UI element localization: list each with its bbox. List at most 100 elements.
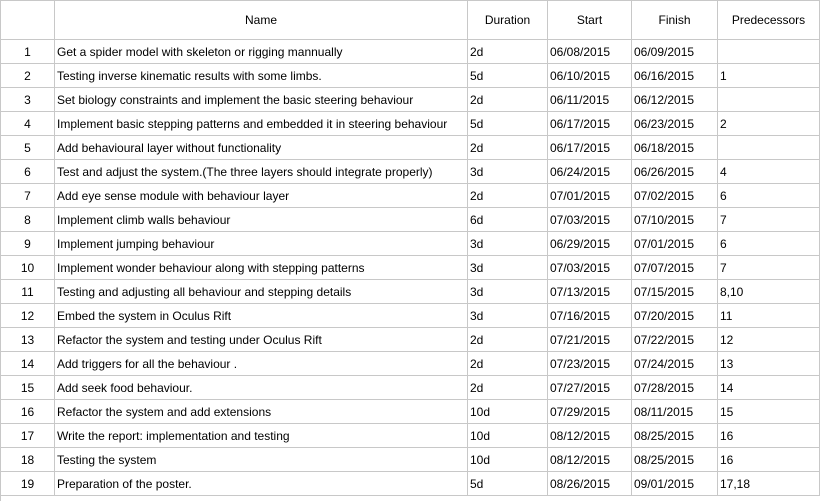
table-row[interactable]: 6 Test and adjust the system.(The three l… xyxy=(1,160,820,184)
predecessors-cell[interactable]: 4 xyxy=(718,160,820,184)
start-date-cell[interactable]: 06/17/2015 xyxy=(548,112,632,136)
predecessors-cell[interactable]: 12 xyxy=(718,328,820,352)
duration-cell[interactable]: 3d xyxy=(468,304,548,328)
predecessors-cell[interactable]: 15 xyxy=(718,400,820,424)
predecessors-cell[interactable]: 14 xyxy=(718,376,820,400)
predecessors-cell[interactable]: 11 xyxy=(718,304,820,328)
row-number[interactable]: 11 xyxy=(1,280,55,304)
start-date-cell[interactable]: 08/12/2015 xyxy=(548,448,632,472)
task-name-cell[interactable]: Add seek food behaviour. xyxy=(55,376,468,400)
table-row[interactable]: 12 Embed the system in Oculus Rift 3d 07/16… xyxy=(1,304,820,328)
row-number[interactable]: 4 xyxy=(1,112,55,136)
start-date-cell[interactable]: 07/03/2015 xyxy=(548,208,632,232)
predecessors-cell[interactable]: 1 xyxy=(718,64,820,88)
predecessors-cell[interactable]: 13 xyxy=(718,352,820,376)
duration-cell[interactable]: 2d xyxy=(468,352,548,376)
row-number[interactable]: 2 xyxy=(1,64,55,88)
predecessors-cell[interactable]: 17,18 xyxy=(718,472,820,496)
row-number[interactable]: 7 xyxy=(1,184,55,208)
task-name-cell[interactable]: Testing inverse kinematic results with s… xyxy=(55,64,468,88)
start-date-cell[interactable]: 08/12/2015 xyxy=(548,424,632,448)
predecessors-cell[interactable]: 7 xyxy=(718,256,820,280)
row-number[interactable]: 18 xyxy=(1,448,55,472)
duration-cell[interactable]: 10d xyxy=(468,424,548,448)
start-date-cell[interactable]: 07/01/2015 xyxy=(548,184,632,208)
task-name-cell[interactable]: Test and adjust the system.(The three la… xyxy=(55,160,468,184)
finish-date-cell[interactable]: 07/28/2015 xyxy=(632,376,718,400)
table-row[interactable]: 10 Implement wonder behaviour along with … xyxy=(1,256,820,280)
predecessors-cell[interactable]: 16 xyxy=(718,424,820,448)
table-row[interactable]: 19 Preparation of the poster. 5d 08/26/2015… xyxy=(1,472,820,496)
start-date-cell[interactable]: 07/21/2015 xyxy=(548,328,632,352)
table-row[interactable]: 7 Add eye sense module with behaviour lay… xyxy=(1,184,820,208)
duration-cell[interactable]: 2d xyxy=(468,184,548,208)
finish-date-cell[interactable]: 07/01/2015 xyxy=(632,232,718,256)
table-row[interactable]: 11 Testing and adjusting all behaviour an… xyxy=(1,280,820,304)
task-name-cell[interactable]: Refactor the system and testing under Oc… xyxy=(55,328,468,352)
column-header-name[interactable]: Name xyxy=(55,1,468,40)
task-name-cell[interactable]: Add behavioural layer without functional… xyxy=(55,136,468,160)
table-row[interactable]: 17 Write the report: implementation and t… xyxy=(1,424,820,448)
row-number[interactable]: 8 xyxy=(1,208,55,232)
predecessors-cell[interactable]: 7 xyxy=(718,208,820,232)
row-number[interactable]: 16 xyxy=(1,400,55,424)
table-row[interactable]: 9 Implement jumping behaviour 3d 06/29/2015… xyxy=(1,232,820,256)
column-header-start[interactable]: Start xyxy=(548,1,632,40)
row-number[interactable]: 10 xyxy=(1,256,55,280)
duration-cell[interactable]: 10d xyxy=(468,448,548,472)
finish-date-cell[interactable]: 07/10/2015 xyxy=(632,208,718,232)
start-date-cell[interactable]: 06/10/2015 xyxy=(548,64,632,88)
start-date-cell[interactable]: 08/26/2015 xyxy=(548,472,632,496)
row-number[interactable]: 9 xyxy=(1,232,55,256)
task-name-cell[interactable]: Embed the system in Oculus Rift xyxy=(55,304,468,328)
table-row[interactable]: 1 Get a spider model with skeleton or rig… xyxy=(1,40,820,64)
finish-date-cell[interactable]: 07/22/2015 xyxy=(632,328,718,352)
finish-date-cell[interactable]: 07/15/2015 xyxy=(632,280,718,304)
task-name-cell[interactable]: Implement climb walls behaviour xyxy=(55,208,468,232)
table-row[interactable]: 4 Implement basic stepping patterns and e… xyxy=(1,112,820,136)
column-header-predecessors[interactable]: Predecessors xyxy=(718,1,820,40)
duration-cell[interactable]: 10d xyxy=(468,400,548,424)
duration-cell[interactable]: 2d xyxy=(468,40,548,64)
finish-date-cell[interactable]: 06/23/2015 xyxy=(632,112,718,136)
duration-cell[interactable]: 5d xyxy=(468,64,548,88)
table-row[interactable]: 13 Refactor the system and testing under … xyxy=(1,328,820,352)
finish-date-cell[interactable]: 07/07/2015 xyxy=(632,256,718,280)
start-date-cell[interactable]: 06/11/2015 xyxy=(548,88,632,112)
start-date-cell[interactable]: 06/17/2015 xyxy=(548,136,632,160)
predecessors-cell[interactable]: 8,10 xyxy=(718,280,820,304)
duration-cell[interactable]: 2d xyxy=(468,88,548,112)
row-number[interactable]: 5 xyxy=(1,136,55,160)
predecessors-cell[interactable]: 16 xyxy=(718,448,820,472)
row-number[interactable]: 3 xyxy=(1,88,55,112)
row-number[interactable]: 19 xyxy=(1,472,55,496)
finish-date-cell[interactable]: 06/12/2015 xyxy=(632,88,718,112)
predecessors-cell[interactable] xyxy=(718,40,820,64)
start-date-cell[interactable]: 06/24/2015 xyxy=(548,160,632,184)
start-date-cell[interactable]: 07/13/2015 xyxy=(548,280,632,304)
task-name-cell[interactable]: Set biology constraints and implement th… xyxy=(55,88,468,112)
table-row[interactable]: 5 Add behavioural layer without functiona… xyxy=(1,136,820,160)
table-row[interactable]: 14 Add triggers for all the behaviour . 2d… xyxy=(1,352,820,376)
task-name-cell[interactable]: Implement wonder behaviour along with st… xyxy=(55,256,468,280)
row-number[interactable]: 12 xyxy=(1,304,55,328)
row-number[interactable]: 6 xyxy=(1,160,55,184)
finish-date-cell[interactable]: 06/16/2015 xyxy=(632,64,718,88)
finish-date-cell[interactable]: 07/20/2015 xyxy=(632,304,718,328)
task-name-cell[interactable]: Get a spider model with skeleton or rigg… xyxy=(55,40,468,64)
task-name-cell[interactable]: Implement jumping behaviour xyxy=(55,232,468,256)
finish-date-cell[interactable]: 06/26/2015 xyxy=(632,160,718,184)
table-row[interactable]: 15 Add seek food behaviour. 2d 07/27/2015 07… xyxy=(1,376,820,400)
duration-cell[interactable]: 2d xyxy=(468,136,548,160)
task-name-cell[interactable]: Testing the system xyxy=(55,448,468,472)
task-name-cell[interactable]: Implement basic stepping patterns and em… xyxy=(55,112,468,136)
duration-cell[interactable]: 3d xyxy=(468,256,548,280)
duration-cell[interactable]: 6d xyxy=(468,208,548,232)
duration-cell[interactable]: 5d xyxy=(468,112,548,136)
start-date-cell[interactable]: 07/03/2015 xyxy=(548,256,632,280)
finish-date-cell[interactable]: 07/02/2015 xyxy=(632,184,718,208)
predecessors-cell[interactable] xyxy=(718,88,820,112)
column-header-finish[interactable]: Finish xyxy=(632,1,718,40)
table-row[interactable]: 8 Implement climb walls behaviour 6d 07/03/… xyxy=(1,208,820,232)
table-row[interactable]: 3 Set biology constraints and implement t… xyxy=(1,88,820,112)
